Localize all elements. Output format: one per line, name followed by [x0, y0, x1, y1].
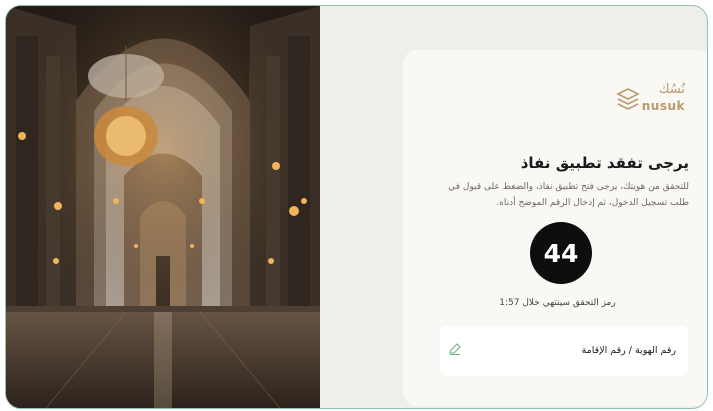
instruction-text: للتحقق من هويتك، يرجى فتح تطبيق نفاذ، وا… — [448, 182, 689, 208]
id-number-field[interactable]: رقم الهوية / رقم الإقامة — [440, 326, 688, 376]
logo-text: nusuk — [641, 99, 685, 113]
verification-code: 44 — [543, 238, 579, 268]
app-frame: نُسُك nusuk يرجى تفقد تطبيق نفاذ للتحقق … — [5, 5, 708, 409]
page-title: يرجى تفقد تطبيق نفاذ — [520, 154, 689, 172]
verification-card: نُسُك nusuk يرجى تفقد تطبيق نفاذ للتحقق … — [403, 50, 707, 406]
verification-code-badge: 44 — [530, 222, 592, 284]
id-number-label: رقم الهوية / رقم الإقامة — [581, 345, 676, 356]
code-expiry-timer: رمز التحقق سينتهي خلال 1:57 — [499, 298, 616, 308]
mosque-interior-photo — [6, 6, 320, 408]
pencil-icon[interactable] — [448, 342, 462, 356]
